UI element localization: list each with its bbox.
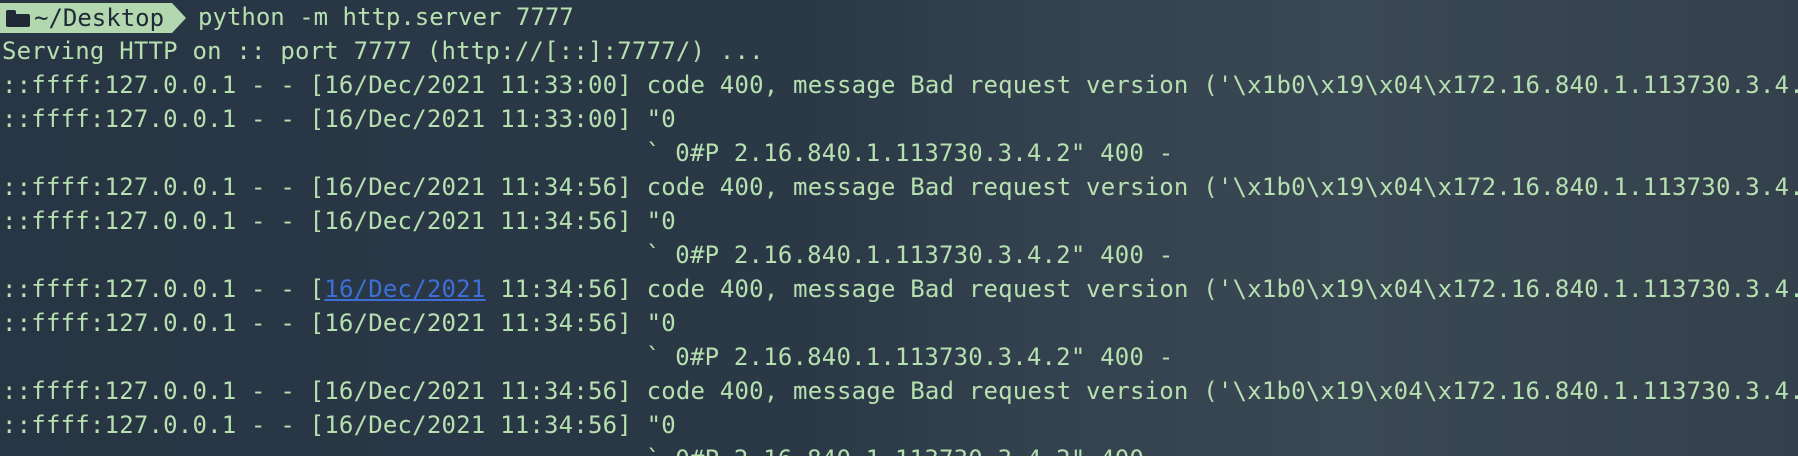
log-line: ::ffff:127.0.0.1 - - [16/Dec/2021 11:33:…	[2, 71, 1798, 99]
log-line-continuation: ` 0#P 2.16.840.1.113730.3.4.2" 400 -	[646, 343, 1174, 371]
log-line: ::ffff:127.0.0.1 - - [16/Dec/2021 11:34:…	[2, 411, 676, 439]
log-line-continuation: ` 0#P 2.16.840.1.113730.3.4.2" 400 -	[646, 139, 1174, 167]
date-link[interactable]: 16/Dec/2021	[324, 275, 485, 303]
log-line-continuation: ` 0#P 2.16.840.1.113730.3.4.2" 400 -	[646, 241, 1174, 269]
folder-icon	[6, 9, 30, 27]
log-line: ::ffff:127.0.0.1 - - [16/Dec/2021 11:33:…	[2, 105, 676, 133]
log-line-prefix: ::ffff:127.0.0.1 - - [	[2, 275, 325, 303]
serving-line: Serving HTTP on :: port 7777 (http://[::…	[2, 37, 764, 65]
log-line: ::ffff:127.0.0.1 - - [16/Dec/2021 11:34:…	[2, 173, 1798, 201]
log-line: ::ffff:127.0.0.1 - - [16/Dec/2021 11:34:…	[0, 272, 1798, 306]
terminal-window[interactable]: ~/Desktop python -m http.server 7777 Ser…	[0, 0, 1798, 456]
shell-prompt-line: ~/Desktop python -m http.server 7777	[0, 0, 1798, 34]
command-text: python -m http.server 7777	[198, 3, 574, 31]
log-line: ::ffff:127.0.0.1 - - [16/Dec/2021 11:34:…	[2, 309, 676, 337]
log-line: ::ffff:127.0.0.1 - - [16/Dec/2021 11:34:…	[2, 207, 676, 235]
prompt-arrow	[172, 3, 187, 33]
cwd-label: ~/Desktop	[34, 4, 165, 32]
log-line-suffix: 11:34:56] code 400, message Bad request …	[485, 275, 1798, 303]
cwd-segment: ~/Desktop	[0, 3, 173, 33]
log-line: ::ffff:127.0.0.1 - - [16/Dec/2021 11:34:…	[2, 377, 1798, 405]
log-line-continuation: ` 0#P 2.16.840.1.113730.3.4.2" 400 -	[0, 442, 1798, 456]
